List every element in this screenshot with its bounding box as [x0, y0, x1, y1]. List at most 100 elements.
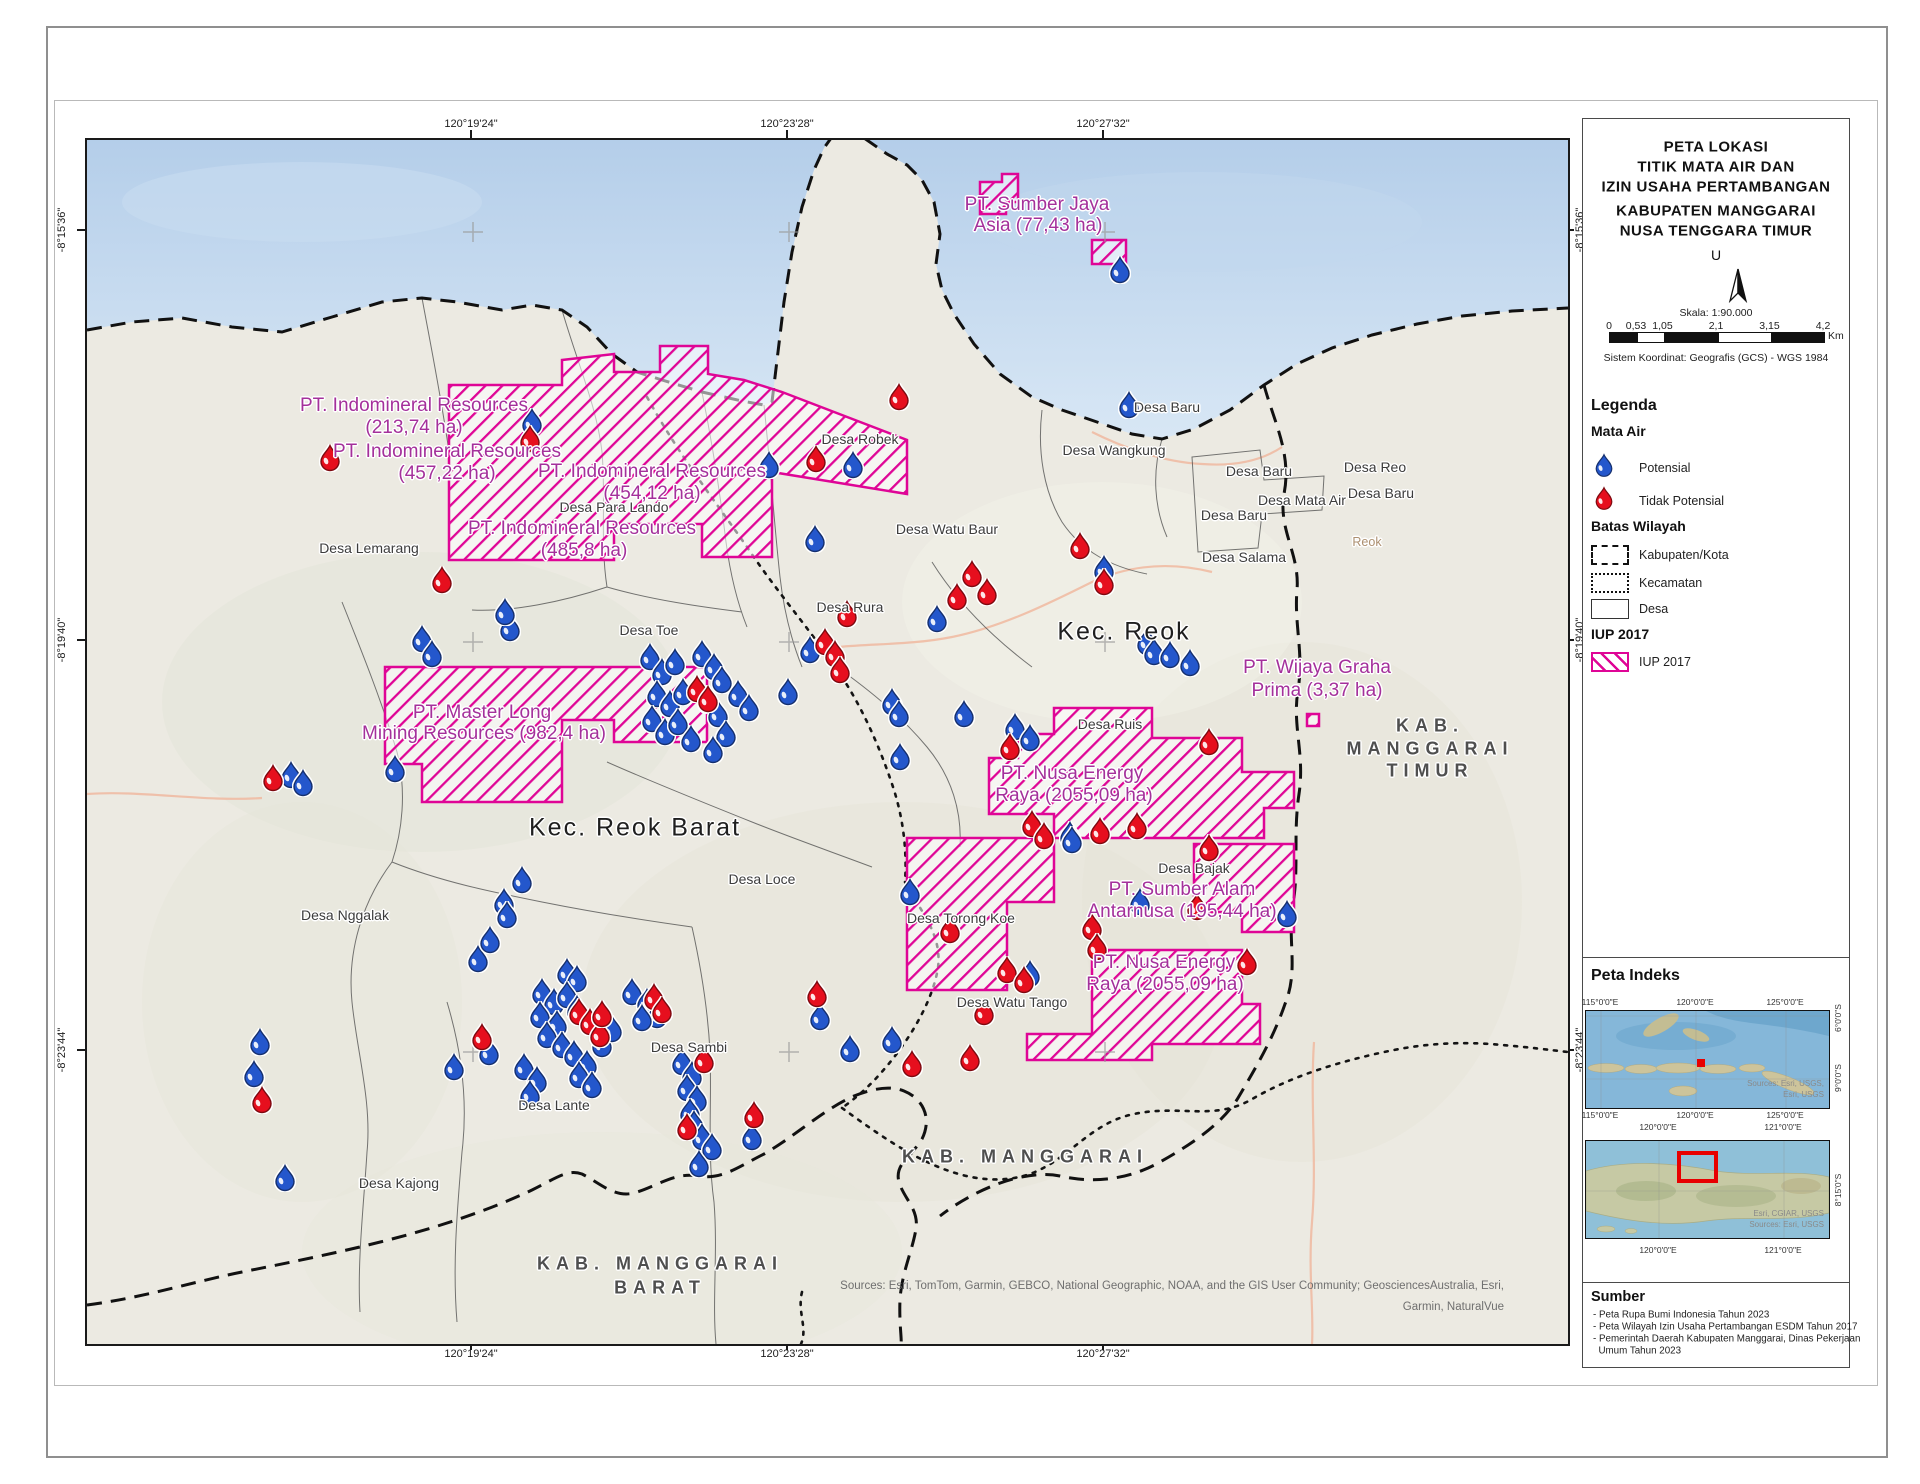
- water-drop-icon: [901, 1050, 923, 1078]
- desa-label: Desa Lante: [518, 1097, 590, 1113]
- scale-tick-label: 0,53: [1626, 320, 1646, 332]
- water-drop-icon: [899, 878, 921, 906]
- spring-marker-blue: [839, 1035, 861, 1068]
- desa-label: Desa Watu Baur: [896, 521, 998, 537]
- spring-marker-blue: [496, 901, 518, 934]
- index-map-regional: Sources: Esri, USGS,Esri, USGS: [1585, 1010, 1830, 1109]
- title-legend-box: PETA LOKASI TITIK MATA AIR DAN IZIN USAH…: [1582, 118, 1850, 959]
- spring-marker-red: [651, 996, 673, 1029]
- water-drop-icon: [777, 678, 799, 706]
- index-location-marker: [1697, 1059, 1705, 1067]
- iup-area-label: Raya (2055,09 ha): [1086, 974, 1243, 996]
- water-drop-icon: [651, 996, 673, 1024]
- desa-label: Desa Sambi: [651, 1039, 727, 1055]
- kabupaten-label: TIMUR: [1387, 761, 1474, 782]
- spring-marker-red: [829, 656, 851, 689]
- scale-bar-segment: [1771, 333, 1824, 342]
- spring-marker-red: [743, 1101, 765, 1134]
- desa-label: Desa Toe: [620, 622, 679, 638]
- spring-marker-red: [999, 733, 1021, 766]
- scale-bar-segment: [1610, 333, 1637, 342]
- spring-marker-blue: [804, 525, 826, 558]
- water-drop-icon: [1126, 812, 1148, 840]
- water-drop-icon: [251, 1086, 273, 1114]
- map-title-line1: PETA LOKASI: [1583, 139, 1849, 156]
- legend-item-label: Desa: [1639, 602, 1668, 616]
- index-coord-label: 125°0'0"E: [1766, 1110, 1803, 1120]
- water-drop-icon: [1236, 948, 1258, 976]
- water-drop-icon: [581, 1071, 603, 1099]
- map-labels: Desa LemarangDesa Para LandoDesa ToeDesa…: [85, 138, 1570, 1346]
- iup-area-label: PT. Wijaya Graha: [1243, 657, 1391, 679]
- north-label: U: [1583, 247, 1849, 263]
- scale-tick-label: 1,05: [1652, 320, 1672, 332]
- water-drop-icon: [664, 648, 686, 676]
- water-drop-icon: [961, 560, 983, 588]
- desa-label: Desa Rura: [817, 599, 884, 615]
- spring-marker-blue: [249, 1028, 271, 1061]
- graticule-tick: [77, 639, 85, 641]
- water-drop-icon: [421, 640, 443, 668]
- spring-marker-red: [1033, 822, 1055, 855]
- index-coord-label: 121°0'0"E: [1764, 1122, 1801, 1132]
- scale-tick-label: 3,15: [1759, 320, 1779, 332]
- index-coord-label: 9°0'0"S: [1833, 1064, 1843, 1092]
- spring-marker-red: [961, 560, 983, 593]
- iup-area-label: PT. Master Long: [413, 702, 551, 724]
- desa-label: Desa Robek: [821, 431, 898, 447]
- spring-marker-blue: [664, 648, 686, 681]
- water-drop-icon: [1069, 532, 1091, 560]
- legend-hatch-swatch: [1591, 652, 1629, 672]
- legend-item-label: Tidak Potensial: [1639, 494, 1724, 508]
- spring-marker-blue: [889, 743, 911, 776]
- legend-iup-heading: IUP 2017: [1591, 626, 1649, 642]
- index-coord-label: 8°15'0"S: [1833, 1174, 1843, 1207]
- legend-batas-heading: Batas Wilayah: [1591, 518, 1686, 534]
- desa-label: Desa Baru: [1134, 399, 1200, 415]
- desa-label: Desa Watu Tango: [957, 994, 1068, 1010]
- spring-marker-blue: [1061, 826, 1083, 859]
- index-coord-label: 120°0'0"E: [1676, 1110, 1713, 1120]
- water-drop-icon: [384, 755, 406, 783]
- water-drop-icon: [494, 598, 516, 626]
- spring-marker-blue: [899, 878, 921, 911]
- desa-label: Desa Wangkung: [1063, 442, 1166, 458]
- map-subtitle-line2: NUSA TENGGARA TIMUR: [1583, 223, 1849, 240]
- spring-marker-blue: [842, 451, 864, 484]
- water-drop-icon: [881, 1026, 903, 1054]
- water-drop-icon: [262, 764, 284, 792]
- spring-marker-red: [959, 1044, 981, 1077]
- water-drop-icon: [953, 700, 975, 728]
- desa-label: Desa Kajong: [359, 1175, 439, 1191]
- desa-label: Desa Nggalak: [301, 907, 389, 923]
- coord-system-label: Sistem Koordinat: Geografis (GCS) - WGS …: [1583, 352, 1849, 364]
- spring-marker-red: [1198, 728, 1220, 761]
- index-coord-label: 121°0'0"E: [1764, 1245, 1801, 1255]
- legend-item-label: Potensial: [1639, 461, 1690, 475]
- spring-marker-blue: [688, 1150, 710, 1183]
- index-coord-label: 120°0'0"E: [1676, 997, 1713, 1007]
- map-credits-line: Sources: Esri, TomTom, Garmin, GEBCO, Na…: [840, 1280, 1504, 1292]
- spring-marker-red: [1093, 568, 1115, 601]
- scale-bar-segment: [1664, 333, 1717, 342]
- water-drop-icon: [842, 451, 864, 479]
- legend-dashed-swatch: [1591, 545, 1629, 565]
- kabupaten-label: BARAT: [614, 1278, 706, 1299]
- iup-area-label: (485,8 ha): [541, 540, 628, 562]
- spring-marker-blue: [384, 755, 406, 788]
- desa-label: Desa Baru: [1201, 507, 1267, 523]
- water-drop-icon: [274, 1164, 296, 1192]
- water-drop-icon: [431, 566, 453, 594]
- water-drop-icon: [471, 1023, 493, 1051]
- iup-area-label: PT. Sumber Jaya: [965, 194, 1110, 216]
- map-canvas: Desa LemarangDesa Para LandoDesa ToeDesa…: [85, 138, 1570, 1346]
- water-drop-icon: [888, 383, 910, 411]
- iup-area-label: PT. Sumber Alam: [1109, 879, 1256, 901]
- legend-tidak-potensial-icon: [1595, 486, 1614, 516]
- water-drop-icon: [511, 866, 533, 894]
- water-drop-icon: [1198, 834, 1220, 862]
- desa-label: Desa Reo: [1344, 459, 1406, 475]
- spring-marker-red: [1089, 817, 1111, 850]
- water-drop-icon: [1276, 900, 1298, 928]
- spring-marker-blue: [1019, 724, 1041, 757]
